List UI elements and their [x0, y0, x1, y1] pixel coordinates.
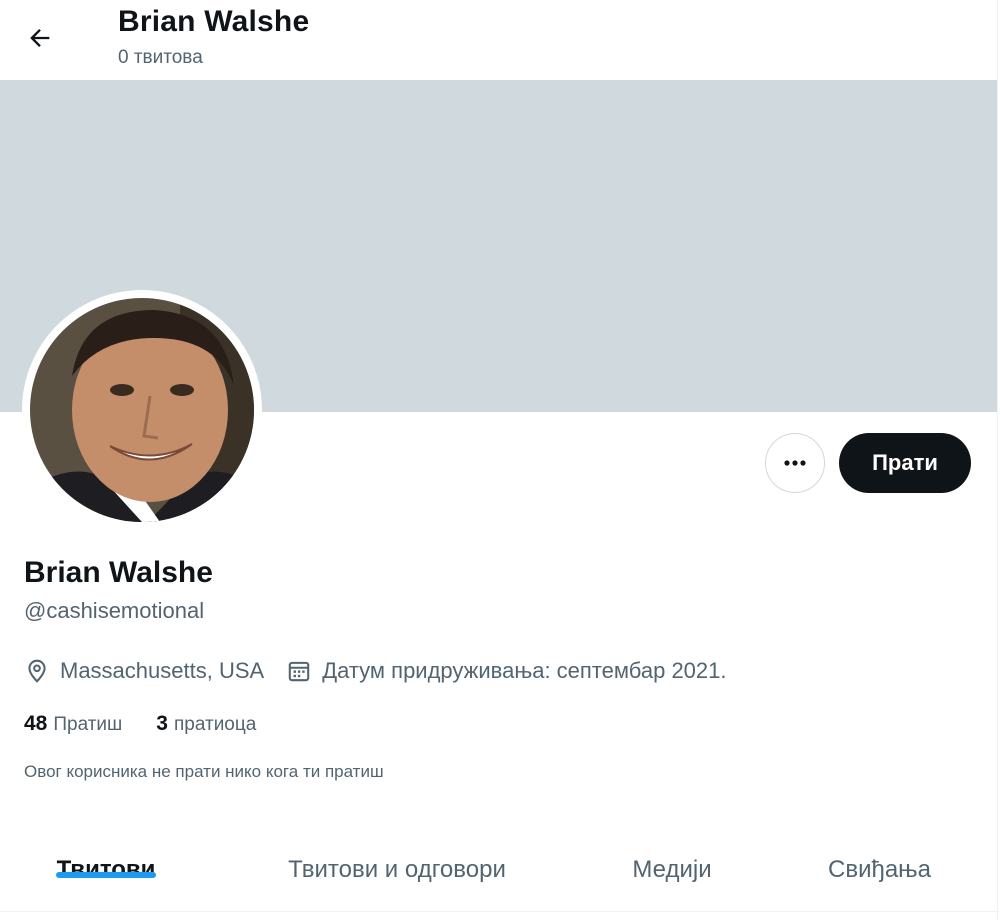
profile-header: Brian Walshe 0 твитова — [0, 0, 997, 80]
following-label: Пратиш — [53, 714, 123, 735]
more-options-button[interactable] — [765, 433, 825, 493]
tab-label: Твитови — [56, 856, 156, 883]
following-link[interactable]: 48 Пратиш — [24, 712, 122, 736]
joined-item: Датум придруживања: септембар 2021. — [286, 658, 727, 684]
header-title: Brian Walshe — [118, 5, 310, 38]
tab-tweets-and-replies[interactable]: Твитови и одговори — [212, 830, 582, 910]
tab-label: Медији — [632, 856, 712, 883]
following-count: 48 — [24, 712, 48, 735]
followers-count: 3 — [156, 712, 168, 735]
column-border — [997, 0, 998, 920]
divider — [0, 911, 997, 912]
tweet-count: 0 твитова — [118, 47, 203, 68]
tab-label: Свиђања — [827, 856, 932, 883]
followers-you-know-note: Овог корисника не прати нико кога ти пра… — [24, 762, 384, 781]
profile-handle: @cashisemotional — [24, 598, 205, 623]
more-horizontal-icon — [784, 460, 806, 466]
avatar-photo — [30, 298, 254, 522]
location-text: Massachusetts, USA — [60, 658, 265, 683]
tab-tweets[interactable]: Твитови — [0, 830, 212, 910]
tab-label: Твитови и одговори — [288, 856, 506, 883]
profile-page: Brian Walshe 0 твитова Прати Brian Walsh… — [0, 0, 1000, 920]
followers-label: пратиоца — [173, 714, 257, 735]
tab-media[interactable]: Медији — [582, 830, 762, 910]
followers-link[interactable]: 3 пратиоца — [156, 712, 256, 736]
location-pin-icon — [28, 659, 46, 683]
tab-likes[interactable]: Свиђања — [762, 830, 997, 910]
active-tab-indicator — [56, 872, 156, 878]
follow-stats: 48 Пратиш 3 пратиоца — [24, 710, 256, 738]
profile-tabs: Твитови Твитови и одговори Медији Свиђањ… — [0, 830, 997, 910]
profile-name: Brian Walshe — [24, 556, 213, 589]
arrow-left-icon — [30, 29, 50, 47]
profile-meta: Massachusetts, USA Датум придруживања: с… — [24, 656, 727, 686]
back-button[interactable] — [18, 16, 62, 60]
avatar[interactable] — [30, 298, 254, 522]
joined-text: Датум придруживања: септембар 2021. — [322, 658, 727, 683]
location-item: Massachusetts, USA — [24, 658, 264, 684]
follow-button[interactable]: Прати — [839, 433, 971, 493]
calendar-icon — [288, 661, 310, 682]
